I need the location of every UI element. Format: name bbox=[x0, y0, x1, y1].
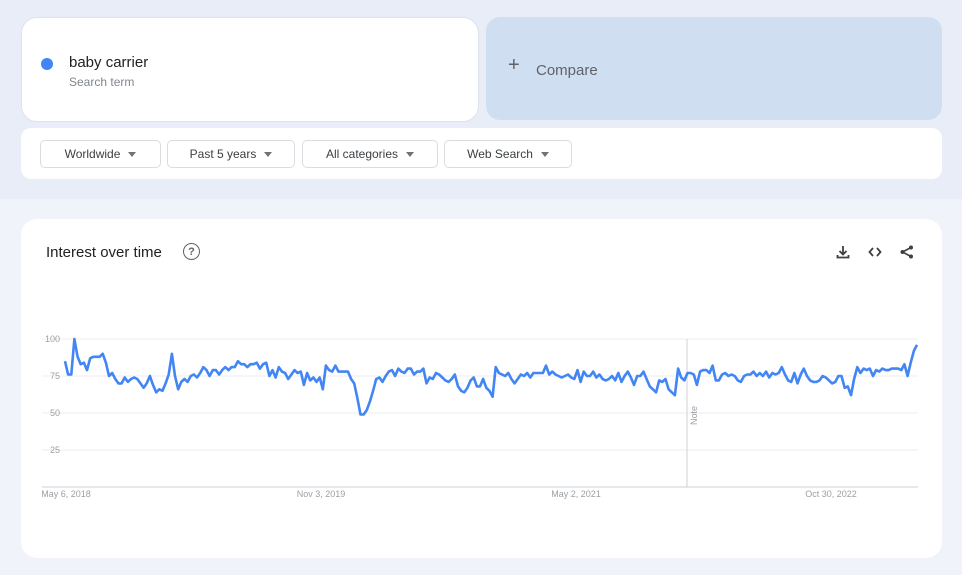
x-tick-label: Oct 30, 2022 bbox=[805, 489, 857, 499]
x-tick-label: Nov 3, 2019 bbox=[297, 489, 346, 499]
interest-line-chart[interactable]: 25 50 75 100 Note May 6, 2018 Nov 3, 2019 May… bbox=[0, 0, 962, 575]
y-tick-label: 100 bbox=[45, 334, 60, 344]
y-tick-label: 25 bbox=[50, 445, 60, 455]
note-marker-label[interactable]: Note bbox=[689, 406, 699, 425]
x-tick-label: May 2, 2021 bbox=[551, 489, 601, 499]
series-line-baby-carrier[interactable] bbox=[63, 337, 919, 416]
y-tick-label: 50 bbox=[50, 408, 60, 418]
x-tick-label: May 6, 2018 bbox=[41, 489, 91, 499]
y-tick-label: 75 bbox=[50, 371, 60, 381]
